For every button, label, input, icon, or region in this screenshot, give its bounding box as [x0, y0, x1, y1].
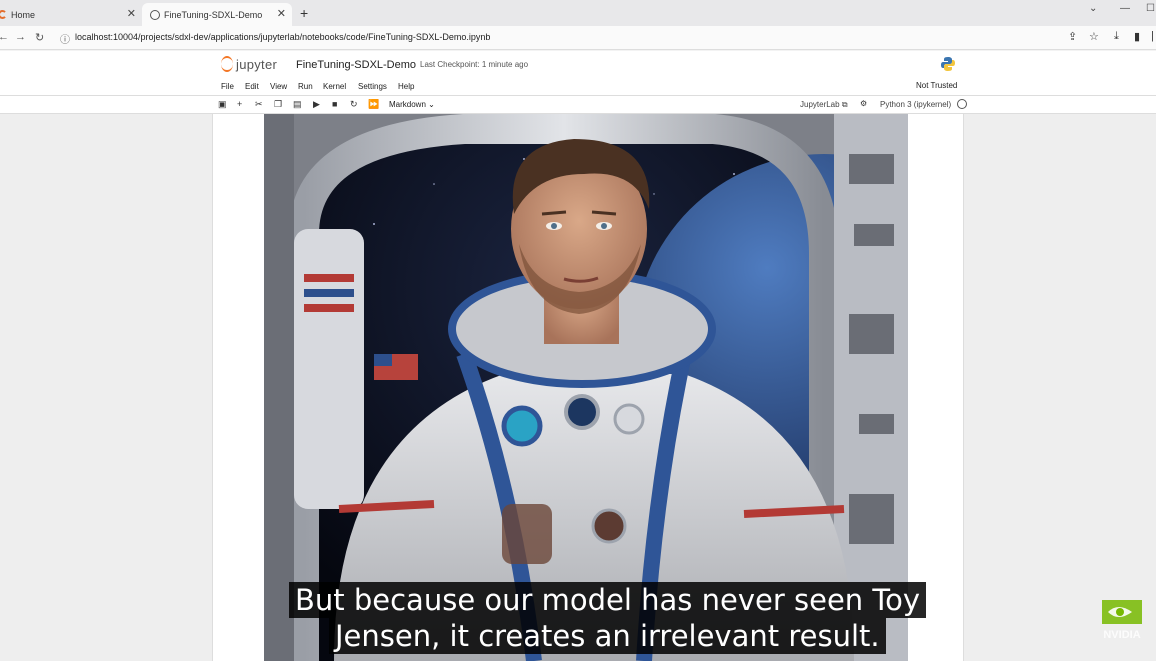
- download-icon[interactable]: ⤓: [1114, 30, 1119, 43]
- sidebar-icon[interactable]: ▮: [1134, 30, 1140, 43]
- trust-status[interactable]: Not Trusted: [916, 81, 957, 90]
- chevron-down-icon: ⌄: [428, 100, 435, 109]
- menu-settings[interactable]: Settings: [358, 82, 387, 91]
- paste-icon[interactable]: ▤: [293, 99, 302, 110]
- menu-file[interactable]: File: [221, 82, 234, 91]
- nvidia-wordmark: NVIDIA: [1103, 629, 1140, 641]
- cell-type-select[interactable]: Markdown ⌄: [389, 100, 435, 109]
- menu-run[interactable]: Run: [298, 82, 313, 91]
- restart-icon[interactable]: ↻: [350, 99, 358, 110]
- menu-help[interactable]: Help: [398, 82, 414, 91]
- nvidia-logo: NVIDIA: [1102, 600, 1142, 641]
- kernel-name[interactable]: Python 3 (ipykernel): [880, 100, 951, 109]
- tab-home[interactable]: Home ✕: [0, 3, 142, 26]
- tab-active-title: FineTuning-SDXL-Demo: [164, 9, 263, 20]
- python-logo-icon: [941, 57, 955, 71]
- reload-icon[interactable]: ↻: [35, 31, 44, 44]
- home-tab-icon: [0, 10, 7, 19]
- share-icon[interactable]: ⇪: [1068, 30, 1077, 43]
- jupyter-wordmark: jupyter: [236, 56, 278, 72]
- bookmark-star-icon[interactable]: ☆: [1089, 30, 1099, 43]
- jupyter-header: jupyter FineTuning-SDXL-Demo Last Checkp…: [0, 51, 1156, 79]
- generated-astronaut-image: [264, 114, 908, 661]
- subtitle-line-2: Jensen, it creates an irrelevant result.: [329, 618, 886, 654]
- jupyter-menubar: File Edit View Run Kernel Settings Help …: [0, 79, 1156, 96]
- external-link-icon: ⧉: [841, 100, 848, 109]
- jupyterlab-label: JupyterLab: [800, 100, 840, 109]
- checkpoint-status: Last Checkpoint: 1 minute ago: [420, 60, 529, 69]
- forward-icon[interactable]: →: [15, 31, 26, 43]
- run-all-icon[interactable]: ⏩: [368, 99, 379, 110]
- run-icon[interactable]: ▶: [313, 99, 320, 110]
- jupyterlab-link[interactable]: JupyterLab ⧉: [800, 100, 848, 110]
- browser-tab-strip: Home ✕ FineTuning-SDXL-Demo ✕ + ⌄ — ☐: [0, 0, 1156, 26]
- maximize-icon[interactable]: ☐: [1146, 3, 1155, 14]
- tab-home-title: Home: [11, 9, 36, 20]
- close-tab-icon[interactable]: ✕: [277, 7, 286, 20]
- cut-icon[interactable]: ✂: [255, 99, 263, 110]
- notebook-title[interactable]: FineTuning-SDXL-Demo: [296, 59, 416, 71]
- subtitle-line-1: But because our model has never seen Toy: [289, 582, 927, 618]
- notebook-toolbar: ▣ + ✂ ❐ ▤ ▶ ■ ↻ ⏩ Markdown ⌄ JupyterLab …: [0, 96, 1156, 114]
- kernel-status-icon: [957, 99, 967, 109]
- url-field[interactable]: localhost:10004/projects/sdxl-dev/applic…: [75, 32, 490, 42]
- jupyter-logo[interactable]: jupyter: [221, 56, 277, 72]
- minimize-icon[interactable]: —: [1120, 3, 1130, 14]
- cell-type-value: Markdown: [389, 100, 426, 109]
- profile-icon[interactable]: |: [1151, 30, 1154, 42]
- globe-icon: [150, 9, 160, 20]
- address-bar: ← → ↻ ⓘ localhost:10004/projects/sdxl-de…: [0, 26, 1156, 50]
- stop-icon[interactable]: ■: [332, 99, 337, 109]
- tab-finetuning-sdxl-demo[interactable]: FineTuning-SDXL-Demo ✕: [142, 3, 292, 26]
- new-tab-button[interactable]: +: [300, 5, 308, 21]
- site-info-icon[interactable]: ⓘ: [60, 31, 70, 46]
- save-icon[interactable]: ▣: [218, 99, 227, 110]
- jupyter-logo-icon: [221, 56, 233, 72]
- back-icon[interactable]: ←: [0, 31, 9, 43]
- menu-view[interactable]: View: [270, 82, 287, 91]
- close-tab-icon[interactable]: ✕: [127, 7, 136, 20]
- add-cell-icon[interactable]: +: [237, 99, 242, 109]
- tab-search-icon[interactable]: ⌄: [1089, 3, 1097, 14]
- menu-kernel[interactable]: Kernel: [323, 82, 346, 91]
- copy-icon[interactable]: ❐: [274, 99, 282, 110]
- gear-icon[interactable]: ⚙: [860, 99, 867, 108]
- menu-edit[interactable]: Edit: [245, 82, 259, 91]
